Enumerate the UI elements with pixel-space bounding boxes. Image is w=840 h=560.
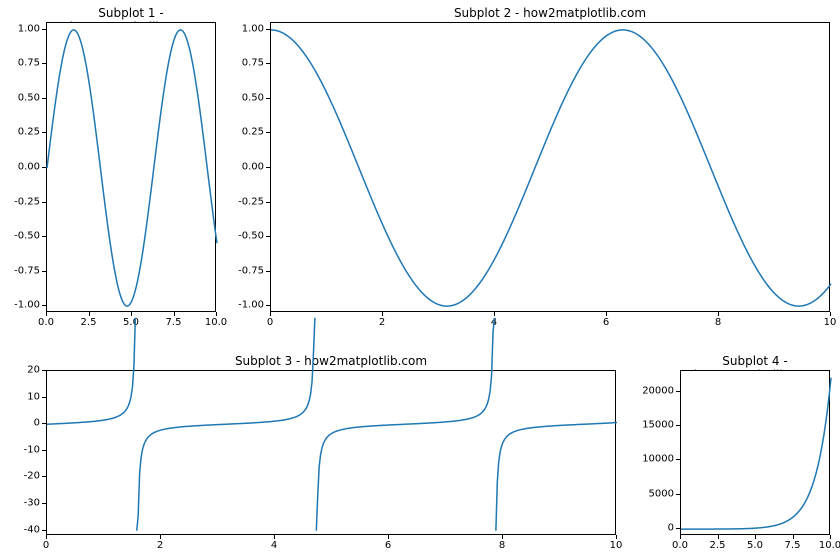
x-tick-label: 10 (824, 317, 837, 328)
y-tick-label: 5000 (634, 488, 674, 499)
x-tick-label: 5.0 (123, 317, 139, 328)
subplot-sp2: Subplot 2 - how2matplotlib.com0246810-1.… (270, 22, 830, 312)
axes (46, 22, 216, 312)
x-tick-label: 10.0 (819, 540, 840, 551)
x-tick-label: 0 (267, 317, 273, 328)
y-tick-label: -0.75 (0, 265, 40, 276)
y-tick-label: -30 (0, 498, 40, 509)
y-tick-label: 20 (0, 365, 40, 376)
y-tick-label: -0.50 (0, 231, 40, 242)
axes (270, 22, 830, 312)
y-tick-label: 0.00 (0, 162, 40, 173)
x-tick-label: 7.5 (785, 540, 801, 551)
y-tick-label: 1.00 (224, 23, 264, 34)
y-tick-label: -0.75 (224, 265, 264, 276)
plot-line (47, 371, 617, 536)
chart-title: Subplot 3 - how2matplotlib.com (46, 354, 616, 368)
y-tick-label: 0.75 (0, 58, 40, 69)
y-tick-label: 10000 (634, 454, 674, 465)
x-tick-label: 7.5 (166, 317, 182, 328)
x-tick-label: 10 (610, 540, 623, 551)
y-tick-label: 0.00 (224, 162, 264, 173)
x-tick-label: 6 (385, 540, 391, 551)
x-tick-label: 0 (43, 540, 49, 551)
x-tick-label: 8 (715, 317, 721, 328)
subplot-sp4: Subplot 4 - how2matplotlib.com0.02.55.07… (680, 370, 830, 535)
y-tick-label: -0.50 (224, 231, 264, 242)
y-tick-label: -0.25 (224, 196, 264, 207)
x-tick-label: 8 (499, 540, 505, 551)
x-tick-label: 0.0 (672, 540, 688, 551)
plot-line (681, 371, 831, 536)
plot-line (47, 23, 217, 313)
y-tick-label: -40 (0, 524, 40, 535)
x-tick-label: 4 (271, 540, 277, 551)
y-tick-label: 10 (0, 391, 40, 402)
subplot-sp1: Subplot 1 - how2matplotlib.com0.02.55.07… (46, 22, 216, 312)
y-tick-label: -1.00 (0, 300, 40, 311)
y-tick-label: 0 (634, 523, 674, 534)
x-tick-label: 10.0 (205, 317, 227, 328)
axes (680, 370, 830, 535)
figure: Subplot 1 - how2matplotlib.com0.02.55.07… (0, 0, 840, 560)
y-tick-label: 0.50 (224, 92, 264, 103)
y-tick-label: 0.25 (0, 127, 40, 138)
y-tick-label: -1.00 (224, 300, 264, 311)
y-tick-label: 0.50 (0, 92, 40, 103)
x-tick-label: 2.5 (81, 317, 97, 328)
y-tick-label: -0.25 (0, 196, 40, 207)
subplot-sp3: Subplot 3 - how2matplotlib.com0246810-40… (46, 370, 616, 535)
y-tick-label: 0.25 (224, 127, 264, 138)
y-tick-label: 15000 (634, 420, 674, 431)
x-tick-label: 2 (157, 540, 163, 551)
x-tick-label: 2.5 (710, 540, 726, 551)
plot-line (271, 23, 831, 313)
axes (46, 370, 616, 535)
y-tick-label: -20 (0, 471, 40, 482)
x-tick-label: 0.0 (38, 317, 54, 328)
y-tick-label: 0 (0, 418, 40, 429)
x-tick-label: 5.0 (747, 540, 763, 551)
y-tick-label: 1.00 (0, 23, 40, 34)
y-tick-label: 0.75 (224, 58, 264, 69)
y-tick-label: -10 (0, 444, 40, 455)
y-tick-label: 20000 (634, 385, 674, 396)
x-tick-label: 2 (379, 317, 385, 328)
x-tick-label: 6 (603, 317, 609, 328)
chart-title: Subplot 2 - how2matplotlib.com (270, 6, 830, 20)
